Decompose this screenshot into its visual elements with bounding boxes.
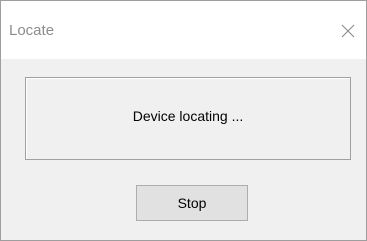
stop-button[interactable]: Stop <box>136 185 248 221</box>
dialog-body: Device locating ... Stop <box>1 59 366 240</box>
close-icon <box>341 24 355 38</box>
status-panel: Device locating ... <box>25 77 351 160</box>
close-button[interactable] <box>334 17 362 45</box>
title-bar: Locate <box>1 1 366 59</box>
locate-dialog: Locate Device locating ... Stop <box>0 0 367 241</box>
window-title: Locate <box>9 22 55 39</box>
status-text: Device locating ... <box>132 108 244 124</box>
